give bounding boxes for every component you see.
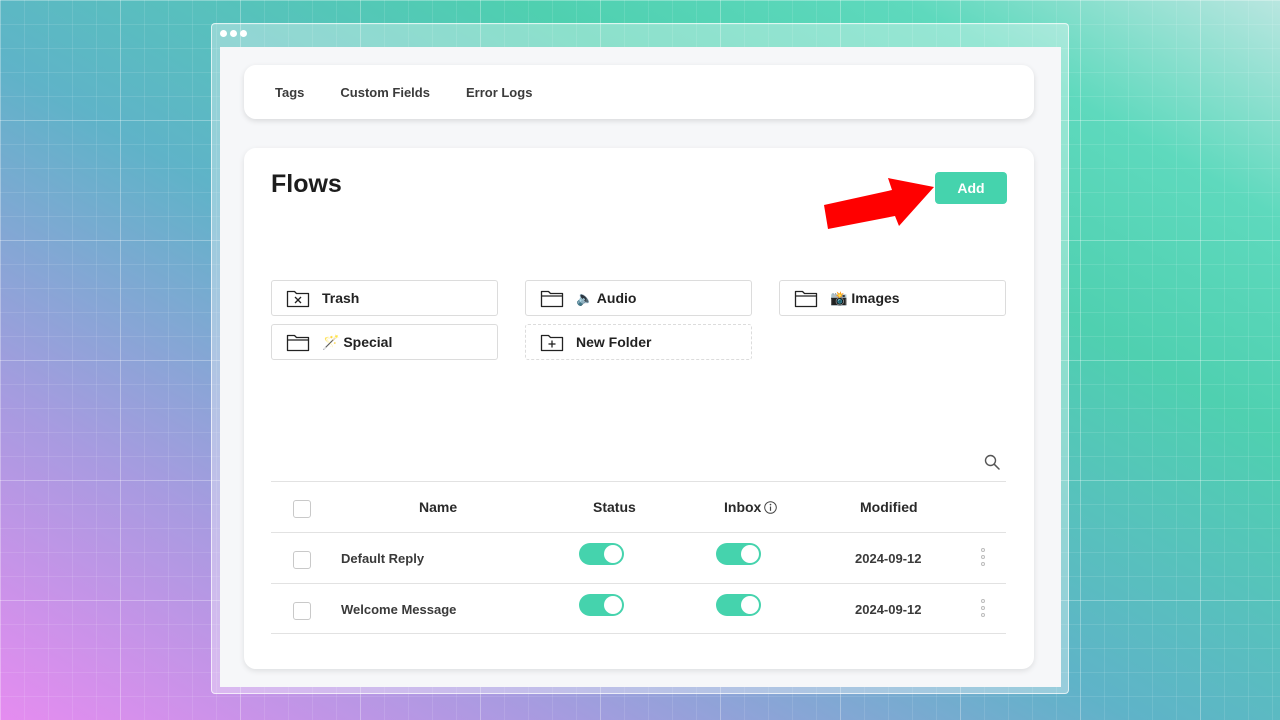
top-nav: Tags Custom Fields Error Logs: [244, 65, 1034, 119]
column-header-modified[interactable]: Modified: [860, 499, 918, 515]
select-all-checkbox[interactable]: [293, 500, 311, 518]
folder-special[interactable]: 🪄 Special: [271, 324, 498, 360]
flow-name[interactable]: Default Reply: [341, 551, 424, 566]
window-controls: [220, 30, 247, 37]
table-header: Name Status Inbox Modified: [271, 481, 1006, 532]
browser-window: Tags Custom Fields Error Logs Flows Add …: [211, 23, 1069, 694]
folder-x-icon: [286, 290, 310, 308]
folder-icon: [540, 290, 564, 308]
flow-name[interactable]: Welcome Message: [341, 602, 456, 617]
page-title: Flows: [271, 170, 342, 198]
folder-label: 📸 Images: [830, 289, 900, 306]
tab-tags[interactable]: Tags: [275, 85, 304, 100]
modified-date: 2024-09-12: [855, 551, 922, 566]
flows-panel: Flows Add Trash 🔈 Audio 📸 Images 🪄 Speci…: [244, 148, 1034, 669]
search-icon[interactable]: [984, 454, 1000, 470]
folder-audio[interactable]: 🔈 Audio: [525, 280, 752, 316]
add-flow-button[interactable]: Add: [935, 172, 1007, 204]
more-options-icon[interactable]: [978, 597, 988, 619]
status-toggle[interactable]: [579, 543, 624, 565]
modified-date: 2024-09-12: [855, 602, 922, 617]
info-icon[interactable]: [764, 501, 778, 514]
folder-label: 🪄 Special: [322, 333, 393, 350]
folder-label: New Folder: [576, 334, 652, 350]
folder-images[interactable]: 📸 Images: [779, 280, 1006, 316]
folder-icon: [286, 334, 310, 352]
annotation-arrow-icon: [824, 178, 934, 229]
inbox-toggle[interactable]: [716, 543, 761, 565]
column-header-inbox-label: Inbox: [724, 499, 762, 515]
column-header-status[interactable]: Status: [593, 499, 636, 515]
window-dot: [240, 30, 247, 37]
more-options-icon[interactable]: [978, 546, 988, 568]
table-row[interactable]: Welcome Message 2024-09-12: [271, 583, 1006, 634]
window-dot: [230, 30, 237, 37]
column-header-inbox[interactable]: Inbox: [724, 499, 778, 515]
folder-label: 🔈 Audio: [576, 289, 637, 306]
column-header-name[interactable]: Name: [419, 499, 457, 515]
tab-custom-fields[interactable]: Custom Fields: [340, 85, 430, 100]
table-row[interactable]: Default Reply 2024-09-12: [271, 532, 1006, 583]
window-dot: [220, 30, 227, 37]
folder-plus-icon: [540, 334, 564, 352]
folder-trash[interactable]: Trash: [271, 280, 498, 316]
tab-error-logs[interactable]: Error Logs: [466, 85, 532, 100]
status-toggle[interactable]: [579, 594, 624, 616]
folder-icon: [794, 290, 818, 308]
folder-label: Trash: [322, 290, 360, 306]
new-folder-button[interactable]: New Folder: [525, 324, 752, 360]
inbox-toggle[interactable]: [716, 594, 761, 616]
row-checkbox[interactable]: [293, 551, 311, 569]
flows-table: Name Status Inbox Modified Default Reply: [271, 481, 1006, 634]
app-content: Tags Custom Fields Error Logs Flows Add …: [220, 47, 1061, 687]
row-checkbox[interactable]: [293, 602, 311, 620]
